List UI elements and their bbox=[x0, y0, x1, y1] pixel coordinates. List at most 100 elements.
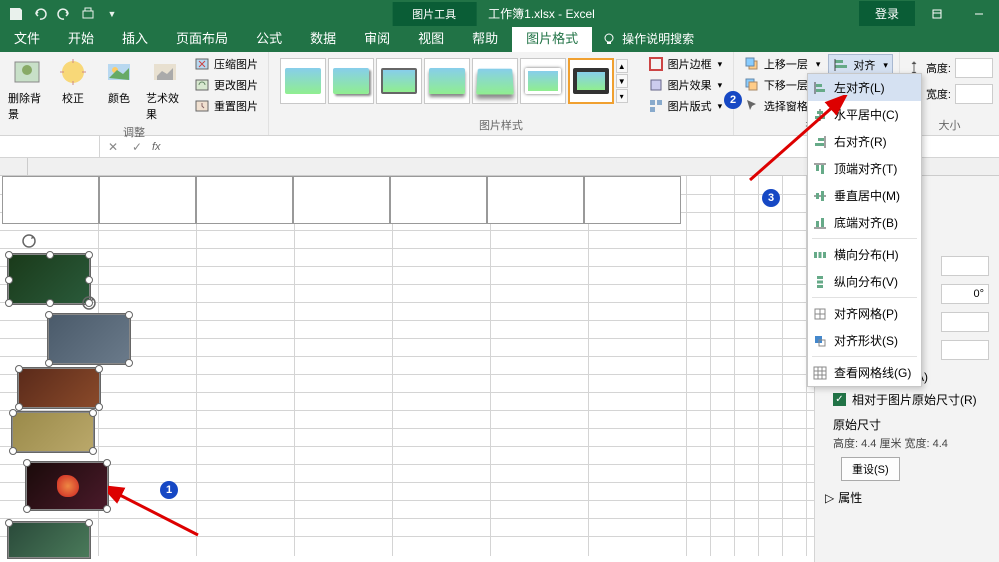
login-button[interactable]: 登录 bbox=[859, 1, 915, 26]
tab-home[interactable]: 开始 bbox=[54, 23, 108, 52]
annotation-2: 2 bbox=[724, 91, 742, 109]
ribbon-options-icon[interactable] bbox=[917, 0, 957, 27]
rotate-handle-icon[interactable] bbox=[81, 295, 97, 311]
change-picture-button[interactable]: 更改图片 bbox=[190, 75, 262, 95]
menu-align-left[interactable]: 左对齐(L) bbox=[808, 74, 921, 101]
merged-cell[interactable] bbox=[584, 176, 681, 224]
width-label: 宽度: bbox=[926, 86, 951, 102]
picture-effects-button[interactable]: 图片效果▾ bbox=[644, 75, 727, 95]
minimize-icon[interactable] bbox=[959, 0, 999, 27]
height-input[interactable] bbox=[955, 58, 993, 78]
merged-cell[interactable] bbox=[487, 176, 584, 224]
merged-cell[interactable] bbox=[196, 176, 293, 224]
layout-icon bbox=[648, 98, 664, 114]
properties-section-header[interactable]: ▷ 属性 bbox=[825, 489, 989, 506]
tab-data[interactable]: 数据 bbox=[296, 23, 350, 52]
reset-size-button[interactable]: 重设(S) bbox=[841, 457, 900, 481]
group-picture-styles: ▲ ▼ ▾ 图片边框▾ 图片效果▾ 图片版式▾ bbox=[269, 52, 734, 135]
menu-distribute-v[interactable]: 纵向分布(V) bbox=[808, 268, 921, 295]
picture-3[interactable] bbox=[18, 368, 100, 408]
pane-scale-h-input[interactable] bbox=[941, 312, 989, 332]
color-icon bbox=[103, 56, 135, 88]
relative-size-checkbox[interactable]: ✓ 相对于图片原始尺寸(R) bbox=[833, 391, 989, 408]
gallery-up-icon[interactable]: ▲ bbox=[616, 59, 628, 73]
tell-me-label: 操作说明搜索 bbox=[622, 30, 694, 47]
gridlines-icon bbox=[812, 365, 828, 381]
align-center-h-icon bbox=[812, 107, 828, 123]
menu-align-right[interactable]: 右对齐(R) bbox=[808, 128, 921, 155]
picture-styles-gallery[interactable]: ▲ ▼ ▾ bbox=[276, 54, 634, 108]
rotate-handle-icon[interactable] bbox=[21, 233, 37, 249]
tab-review[interactable]: 审阅 bbox=[350, 23, 404, 52]
tell-me-search[interactable]: 操作说明搜索 bbox=[592, 25, 704, 52]
picture-6[interactable] bbox=[8, 522, 90, 558]
merged-cell[interactable] bbox=[2, 176, 99, 224]
reset-picture-button[interactable]: 重置图片 bbox=[190, 96, 262, 116]
pane-rotate-input[interactable] bbox=[941, 284, 989, 304]
color-button[interactable]: 颜色 bbox=[98, 54, 140, 108]
qat-dropdown-icon[interactable]: ▼ bbox=[104, 6, 120, 22]
style-item-1[interactable] bbox=[280, 58, 326, 104]
style-item-7[interactable] bbox=[568, 58, 614, 104]
tab-file[interactable]: 文件 bbox=[0, 23, 54, 52]
menu-snap-shape[interactable]: 对齐形状(S) bbox=[808, 327, 921, 354]
tab-formula[interactable]: 公式 bbox=[242, 23, 296, 52]
remove-bg-icon bbox=[11, 56, 43, 88]
gallery-down-icon[interactable]: ▼ bbox=[616, 74, 628, 88]
corrections-button[interactable]: 校正 bbox=[52, 54, 94, 108]
tab-insert[interactable]: 插入 bbox=[108, 23, 162, 52]
compress-pictures-button[interactable]: 压缩图片 bbox=[190, 54, 262, 74]
reset-pic-icon bbox=[194, 98, 210, 114]
style-item-6[interactable] bbox=[520, 58, 566, 104]
pane-scale-w-input[interactable] bbox=[941, 340, 989, 360]
titlebar-right: 登录 bbox=[859, 0, 999, 27]
tab-help[interactable]: 帮助 bbox=[458, 23, 512, 52]
width-input[interactable] bbox=[955, 84, 993, 104]
original-size-label: 原始尺寸 bbox=[833, 416, 989, 433]
picture-layout-button[interactable]: 图片版式▾ bbox=[644, 96, 727, 116]
group-adjust: 删除背景 校正 颜色 艺术效果 压缩图片 更改图 bbox=[0, 52, 269, 135]
remove-background-button[interactable]: 删除背景 bbox=[6, 54, 48, 124]
titlebar: ▼ 图片工具 工作簿1.xlsx - Excel 登录 bbox=[0, 0, 999, 27]
align-center-v-icon bbox=[812, 188, 828, 204]
menu-align-bottom[interactable]: 底端对齐(B) bbox=[808, 209, 921, 236]
picture-4[interactable] bbox=[12, 412, 94, 452]
dist-v-icon bbox=[812, 274, 828, 290]
picture-border-button[interactable]: 图片边框▾ bbox=[644, 54, 727, 74]
save-icon[interactable] bbox=[8, 6, 24, 22]
bring-forward-button[interactable]: 上移一层▾ bbox=[740, 54, 825, 74]
style-item-5[interactable] bbox=[472, 58, 518, 104]
dist-h-icon bbox=[812, 247, 828, 263]
checkbox-checked-icon: ✓ bbox=[833, 393, 846, 406]
pane-width-input[interactable] bbox=[941, 256, 989, 276]
menu-view-gridlines[interactable]: 查看网格线(G) bbox=[808, 359, 921, 386]
menu-align-center-h[interactable]: 水平居中(C) bbox=[808, 101, 921, 128]
tab-layout[interactable]: 页面布局 bbox=[162, 23, 242, 52]
tab-picture-format[interactable]: 图片格式 bbox=[512, 23, 592, 52]
picture-2[interactable] bbox=[48, 314, 130, 364]
menu-distribute-h[interactable]: 横向分布(H) bbox=[808, 241, 921, 268]
merged-cell[interactable] bbox=[390, 176, 487, 224]
menu-align-center-v[interactable]: 垂直居中(M) bbox=[808, 182, 921, 209]
select-all-corner[interactable] bbox=[0, 158, 28, 175]
redo-icon[interactable] bbox=[56, 6, 72, 22]
picture-5[interactable] bbox=[26, 462, 108, 510]
merged-cell[interactable] bbox=[99, 176, 196, 224]
print-preview-icon[interactable] bbox=[80, 6, 96, 22]
undo-icon[interactable] bbox=[32, 6, 48, 22]
merged-cell[interactable] bbox=[293, 176, 390, 224]
picture-1[interactable] bbox=[8, 254, 90, 304]
style-item-2[interactable] bbox=[328, 58, 374, 104]
align-top-icon bbox=[812, 161, 828, 177]
align-dropdown-menu: 左对齐(L) 水平居中(C) 右对齐(R) 顶端对齐(T) 垂直居中(M) 底端… bbox=[807, 73, 922, 387]
snap-grid-icon bbox=[812, 306, 828, 322]
gallery-more-icon[interactable]: ▾ bbox=[616, 89, 628, 103]
tabbar: 文件 开始 插入 页面布局 公式 数据 审阅 视图 帮助 图片格式 操作说明搜索 bbox=[0, 27, 999, 52]
tab-view[interactable]: 视图 bbox=[404, 23, 458, 52]
menu-snap-grid[interactable]: 对齐网格(P) bbox=[808, 300, 921, 327]
menu-align-top[interactable]: 顶端对齐(T) bbox=[808, 155, 921, 182]
style-item-3[interactable] bbox=[376, 58, 422, 104]
fx-label[interactable]: fx bbox=[152, 141, 161, 153]
style-item-4[interactable] bbox=[424, 58, 470, 104]
artistic-effects-button[interactable]: 艺术效果 bbox=[144, 54, 186, 124]
